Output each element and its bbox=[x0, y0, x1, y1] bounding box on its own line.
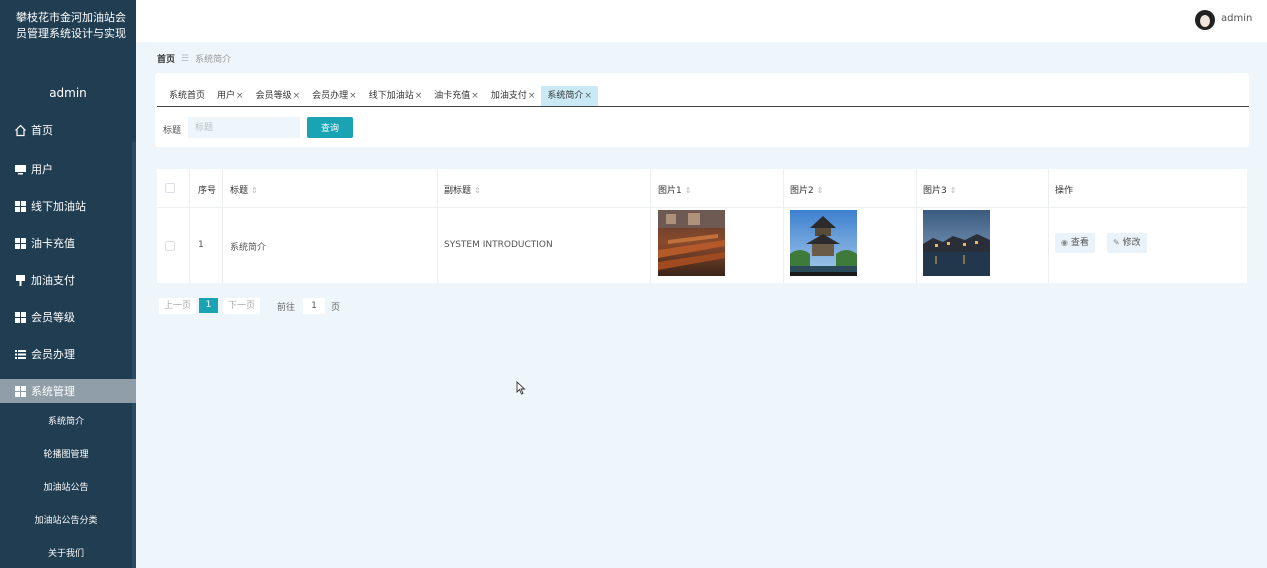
avatar[interactable] bbox=[1195, 10, 1215, 30]
close-icon[interactable]: × bbox=[236, 91, 244, 101]
sidebar-item-users[interactable]: 用户 bbox=[0, 156, 136, 182]
page-jump-input[interactable]: 1 bbox=[303, 298, 325, 314]
eye-icon: ◉ bbox=[1061, 238, 1068, 247]
search-button[interactable]: 查询 bbox=[307, 117, 353, 138]
close-icon[interactable]: × bbox=[349, 91, 357, 101]
pin-icon bbox=[14, 274, 27, 287]
column-header-title[interactable]: 标题 ⇕ bbox=[230, 183, 258, 196]
tab-bar: 系统首页 用户× 会员等级× 会员办理× 线下加油站× 油卡充值× 加油支付× … bbox=[157, 86, 1249, 107]
sort-icon[interactable]: ⇕ bbox=[817, 186, 824, 195]
breadcrumb-home[interactable]: 首页 bbox=[157, 52, 175, 65]
search-label: 标题 bbox=[163, 126, 182, 136]
sidebar-item-member-apply[interactable]: 会员办理 bbox=[0, 341, 136, 367]
cell-index: 1 bbox=[198, 240, 204, 250]
tab-home[interactable]: 系统首页 bbox=[157, 86, 211, 106]
top-bar: admin bbox=[136, 0, 1267, 42]
sidebar-subitem-notice-category[interactable]: 加油站公告分类 bbox=[0, 513, 132, 526]
select-all-checkbox[interactable] bbox=[165, 183, 175, 193]
sidebar-subitem-about-us[interactable]: 关于我们 bbox=[0, 546, 132, 559]
sidebar-item-label: 会员办理 bbox=[31, 348, 75, 361]
grid-icon bbox=[14, 237, 27, 250]
sidebar-username: admin bbox=[49, 86, 87, 100]
sidebar-item-card-recharge[interactable]: 油卡充值 bbox=[0, 230, 136, 256]
table-header: 序号 标题 ⇕ 副标题 ⇕ 图片1 ⇕ 图片2 ⇕ 图片3 ⇕ 操作 bbox=[157, 169, 1247, 208]
column-header-subtitle[interactable]: 副标题 ⇕ bbox=[444, 183, 481, 196]
list-icon bbox=[14, 348, 27, 361]
column-header-actions: 操作 bbox=[1055, 186, 1074, 196]
sidebar-item-label: 油卡充值 bbox=[31, 237, 75, 250]
sidebar-item-label: 系统管理 bbox=[31, 385, 75, 398]
grid-icon bbox=[14, 311, 27, 324]
sidebar-item-label: 加油支付 bbox=[31, 274, 75, 287]
next-page-button[interactable]: 下一页 bbox=[223, 298, 261, 314]
sidebar-item-fuel-payment[interactable]: 加油支付 bbox=[0, 267, 136, 293]
search-input[interactable] bbox=[188, 117, 300, 138]
edit-icon: ✎ bbox=[1113, 238, 1120, 247]
close-icon[interactable]: × bbox=[584, 91, 592, 101]
tab-offline-stations[interactable]: 线下加油站× bbox=[363, 86, 429, 106]
sidebar-item-offline-stations[interactable]: 线下加油站 bbox=[0, 193, 136, 219]
page-number-current[interactable]: 1 bbox=[199, 298, 218, 313]
grid-icon bbox=[14, 200, 27, 213]
close-icon[interactable]: × bbox=[471, 91, 479, 101]
close-icon[interactable]: × bbox=[293, 91, 301, 101]
breadcrumb: 首页 ☰ 系统简介 bbox=[157, 52, 232, 66]
grid-icon bbox=[14, 385, 27, 398]
sidebar-item-label: 首页 bbox=[31, 124, 53, 137]
cell-subtitle: SYSTEM INTRODUCTION bbox=[444, 240, 553, 250]
column-header-pic2[interactable]: 图片2 ⇕ bbox=[790, 183, 823, 196]
header-username[interactable]: admin bbox=[1221, 13, 1252, 24]
thumbnail-night-town[interactable] bbox=[923, 210, 990, 276]
tabs-search-card: 系统首页 用户× 会员等级× 会员办理× 线下加油站× 油卡充值× 加油支付× … bbox=[155, 73, 1249, 147]
sidebar-item-label: 用户 bbox=[31, 163, 53, 176]
tab-member-level[interactable]: 会员等级× bbox=[250, 86, 307, 106]
thumbnail-classroom[interactable] bbox=[658, 210, 725, 276]
sidebar-item-home[interactable]: 首页 bbox=[0, 117, 136, 143]
mouse-cursor-icon bbox=[516, 380, 526, 399]
breadcrumb-current: 系统简介 bbox=[195, 55, 232, 65]
edit-button[interactable]: ✎ 修改 bbox=[1107, 233, 1147, 253]
sidebar-subitem-station-notice[interactable]: 加油站公告 bbox=[0, 480, 132, 493]
sidebar-subitem-carousel[interactable]: 轮播图管理 bbox=[0, 447, 132, 460]
sidebar-item-label: 会员等级 bbox=[31, 311, 75, 324]
sort-icon[interactable]: ⇕ bbox=[474, 186, 481, 195]
goto-label: 前往 bbox=[277, 303, 296, 313]
tab-users[interactable]: 用户× bbox=[211, 86, 250, 106]
close-icon[interactable]: × bbox=[528, 91, 536, 101]
sidebar-subitem-system-intro[interactable]: 系统简介 bbox=[0, 414, 132, 427]
close-icon[interactable]: × bbox=[415, 91, 423, 101]
breadcrumb-separator-icon: ☰ bbox=[181, 53, 190, 64]
sort-icon[interactable]: ⇕ bbox=[685, 186, 692, 195]
home-icon bbox=[14, 124, 27, 137]
column-header-index: 序号 bbox=[198, 186, 217, 196]
tab-card-recharge[interactable]: 油卡充值× bbox=[428, 86, 485, 106]
row-checkbox[interactable] bbox=[165, 241, 175, 251]
sidebar-item-member-level[interactable]: 会员等级 bbox=[0, 304, 136, 330]
app-title: 攀枝花市金河加油站会员管理系统设计与实现 bbox=[16, 11, 126, 40]
monitor-icon bbox=[14, 163, 27, 176]
page-suffix-label: 页 bbox=[331, 303, 341, 313]
view-button[interactable]: ◉ 查看 bbox=[1055, 233, 1095, 253]
column-header-pic3[interactable]: 图片3 ⇕ bbox=[923, 183, 956, 196]
tab-system-intro[interactable]: 系统简介× bbox=[541, 86, 598, 106]
column-header-pic1[interactable]: 图片1 ⇕ bbox=[658, 183, 691, 196]
tab-fuel-payment[interactable]: 加油支付× bbox=[485, 86, 542, 106]
sidebar-item-system-management[interactable]: 系统管理 bbox=[0, 379, 136, 403]
prev-page-button[interactable]: 上一页 bbox=[159, 298, 197, 314]
sort-icon[interactable]: ⇕ bbox=[251, 186, 258, 195]
sidebar: 攀枝花市金河加油站会员管理系统设计与实现 admin 首页 用户 线下加油站 油… bbox=[0, 0, 136, 568]
thumbnail-pavilion[interactable] bbox=[790, 210, 857, 276]
tab-member-apply[interactable]: 会员办理× bbox=[306, 86, 363, 106]
cell-title: 系统简介 bbox=[230, 243, 267, 253]
sort-icon[interactable]: ⇕ bbox=[950, 186, 957, 195]
data-table: 序号 标题 ⇕ 副标题 ⇕ 图片1 ⇕ 图片2 ⇕ 图片3 ⇕ 操作 1 系统简介 SYS… bbox=[157, 169, 1247, 283]
sidebar-item-label: 线下加油站 bbox=[31, 200, 86, 213]
